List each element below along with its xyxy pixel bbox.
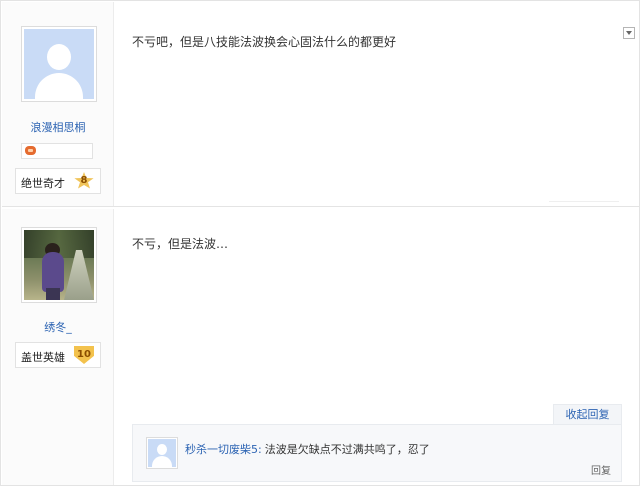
post-content: 不亏，但是法波… 收起回复 秒杀一切废柴5: 法波是欠缺点不过满共鸣了，忍了 回复 (115, 209, 639, 485)
reply-item: 秒杀一切废柴5: 法波是欠缺点不过满共鸣了，忍了 (185, 441, 430, 457)
author-title: 盖世英雄 (21, 351, 65, 364)
avatar-photo (24, 230, 94, 300)
collapse-replies-button[interactable]: 收起回复 (553, 404, 622, 424)
divider (549, 201, 619, 202)
default-avatar-icon (148, 439, 176, 467)
avatar[interactable] (21, 227, 97, 303)
avatar[interactable] (21, 26, 97, 102)
thread-page: 浪漫相思桐 绝世奇才 8 不亏吧，但是八技能法波换会心固法什么的都更好 绣冬_ … (0, 0, 640, 486)
author-username[interactable]: 浪漫相思桐 (2, 119, 114, 135)
post-content: 不亏吧，但是八技能法波换会心固法什么的都更好 (115, 2, 639, 206)
reply-button[interactable]: 回复 (591, 462, 611, 477)
post-floor-2: 绣冬_ 盖世英雄 10 不亏，但是法波… 收起回复 秒杀一切废柴5: 法波是欠缺… (2, 209, 639, 485)
gamepad-icon (25, 146, 36, 155)
level-number: 8 (80, 175, 88, 186)
reply-text: 法波是欠缺点不过满共鸣了，忍了 (264, 443, 430, 456)
author-title-badge[interactable]: 盖世英雄 10 (15, 342, 101, 368)
author-title-badge[interactable]: 绝世奇才 8 (15, 168, 101, 194)
author-title: 绝世奇才 (21, 177, 65, 190)
default-avatar-icon (24, 29, 94, 99)
reply-username[interactable]: 秒杀一切废柴5: (185, 443, 262, 456)
author-sidebar: 绣冬_ 盖世英雄 10 (2, 209, 114, 485)
author-sidebar: 浪漫相思桐 绝世奇才 8 (2, 2, 114, 206)
level-number: 10 (77, 349, 91, 360)
author-username[interactable]: 绣冬_ (2, 319, 114, 335)
reply-avatar[interactable] (146, 437, 178, 469)
post-text: 不亏吧，但是八技能法波换会心固法什么的都更好 (132, 35, 397, 49)
post-floor-1: 浪漫相思桐 绝世奇才 8 不亏吧，但是八技能法波换会心固法什么的都更好 (2, 2, 639, 207)
chevron-down-icon[interactable] (623, 27, 635, 39)
post-text: 不亏，但是法波… (132, 237, 229, 251)
reply-list: 秒杀一切废柴5: 法波是欠缺点不过满共鸣了，忍了 回复 (132, 424, 622, 482)
badge-bar[interactable] (21, 143, 93, 159)
